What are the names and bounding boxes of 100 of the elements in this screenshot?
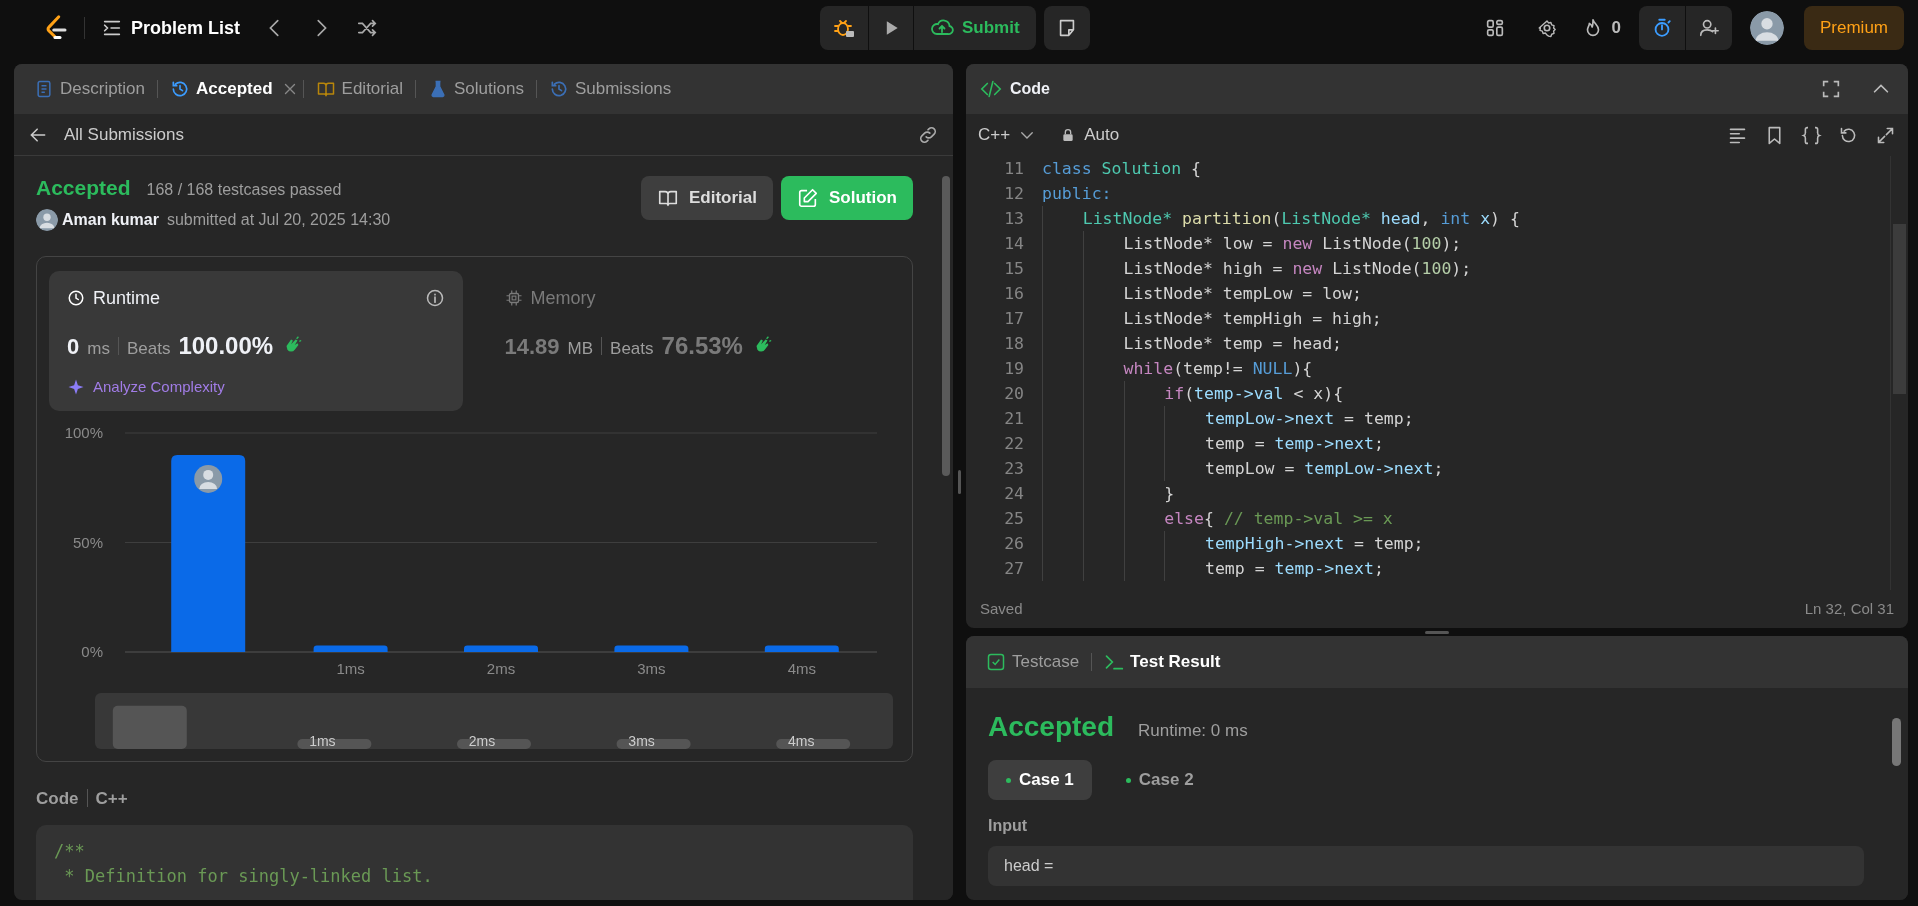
line-number: 17 [1003, 308, 1024, 330]
code-line: ListNode* high = new ListNode(100); [1024, 256, 1890, 281]
panel-tab[interactable]: Accepted [162, 64, 281, 114]
language-dropdown[interactable]: C++ [978, 122, 1037, 148]
beats-label: Beats [126, 337, 171, 360]
info-icon[interactable] [424, 288, 445, 308]
metric-value: 14.89 [504, 332, 560, 361]
line-number: 19 [1003, 358, 1024, 380]
metric-label: Runtime [93, 286, 161, 310]
document-icon [34, 79, 54, 99]
panel-tab[interactable]: Testcase [978, 637, 1088, 687]
fullscreen-button[interactable] [1820, 78, 1842, 100]
scrollbar[interactable] [1890, 156, 1908, 590]
panel-tab[interactable]: Editorial [307, 64, 411, 114]
resize-handle[interactable] [958, 470, 961, 494]
panel-tab[interactable]: Description [26, 64, 154, 114]
terminal-icon [1104, 652, 1125, 672]
save-status: Saved [980, 598, 1023, 619]
avatar[interactable] [1750, 11, 1784, 45]
x-axis-label: 2ms [486, 659, 516, 677]
y-axis-label: 50% [72, 533, 103, 550]
beats-percent: 100.00% [178, 330, 274, 361]
panel-tab[interactable]: Solutions [420, 64, 532, 114]
code-line: tempLow->next = temp; [1024, 406, 1890, 431]
back-link[interactable]: All Submissions [28, 121, 184, 148]
code-line: ListNode* low = new ListNode(100); [1024, 231, 1890, 256]
clock-icon [67, 289, 85, 307]
line-number: 25 [1003, 508, 1024, 530]
code-line: while(temp!= NULL){ [1024, 356, 1890, 381]
line-number: 27 [1003, 558, 1024, 580]
result-status: Accepted [988, 710, 1115, 744]
line-number: 13 [1003, 208, 1024, 230]
line-number: 21 [1003, 408, 1024, 430]
metric-label: Memory [530, 286, 596, 310]
metric-unit: ms [87, 337, 110, 360]
chip-icon [504, 289, 523, 307]
code-line: } [1024, 481, 1890, 506]
checkbox-icon [986, 652, 1006, 672]
runtime-text: Runtime: 0 ms [1138, 720, 1248, 742]
code-line: * Definition for singly-linked list. [63, 865, 434, 888]
metric-card[interactable]: Memory 14.89 MB Beats 76.53% [486, 270, 900, 411]
avatar [194, 464, 223, 493]
code-line: temp = temp->next; [1024, 556, 1890, 581]
code-line: ListNode* partition(ListNode* head, int x) { [1024, 206, 1890, 231]
line-number: 20 [1003, 383, 1024, 405]
shuffle-button[interactable] [356, 17, 379, 39]
code-line: ListNode* temp = head; [1024, 331, 1890, 356]
line-number: 23 [1003, 458, 1024, 480]
metric-value: 0 [67, 332, 80, 361]
case-tab[interactable]: Case 2 [1107, 760, 1212, 800]
line-number: 14 [1003, 233, 1024, 255]
panel-tab[interactable]: Test Result [1096, 637, 1229, 687]
problem-list-button[interactable]: Problem List [101, 14, 241, 42]
case-tab[interactable]: Case 1 [988, 760, 1092, 800]
flask-icon [428, 79, 448, 99]
streak-counter[interactable]: 0 [1581, 15, 1621, 41]
avatar[interactable] [36, 208, 58, 231]
code-line: ListNode* tempLow = low; [1024, 281, 1890, 306]
y-axis-label: 0% [81, 642, 103, 660]
section-title: Code [36, 787, 79, 810]
code-line: public: [1041, 183, 1113, 205]
problem-list-title[interactable]: Problem List [131, 14, 241, 42]
code-line: else{ // temp->val >= x [1024, 506, 1890, 531]
range-selector[interactable]: 1ms 2ms 3ms 4ms [95, 692, 893, 749]
braces-button[interactable] [1801, 124, 1822, 146]
code-line: tempLow = tempLow->next; [1024, 456, 1890, 481]
premium-button[interactable]: Premium [1804, 6, 1904, 50]
cursor-position: Ln 32, Col 31 [1804, 598, 1894, 619]
beats-percent: 76.53% [661, 330, 743, 361]
x-axis-label: 4ms [787, 659, 816, 677]
submission-time: submitted at Jul 20, 2025 14:30 [166, 209, 391, 230]
code-line: class Solution { [1041, 158, 1202, 180]
input-label: Input [988, 816, 1029, 836]
code-line: /** [54, 840, 86, 863]
code-line: tempHigh->next = temp; [1024, 531, 1890, 556]
code-line: if(temp->val < x){ [1024, 381, 1890, 406]
language-label: C++ [95, 787, 128, 810]
x-axis-label: 3ms [637, 659, 666, 677]
line-number: 15 [1003, 258, 1024, 280]
author-name[interactable]: Aman kumar [62, 207, 159, 232]
book-icon [315, 79, 336, 99]
metric-card[interactable]: Runtime 0 ms Beats 100.00% Analyze Complexity [49, 270, 463, 411]
code-line: ListNode* tempHigh = high; [1024, 306, 1890, 331]
editorial-button[interactable]: Editorial [641, 176, 773, 220]
line-number: 26 [1003, 533, 1024, 555]
code-line: temp = temp->next; [1024, 431, 1890, 456]
line-number: 16 [1003, 283, 1024, 305]
line-number: 18 [1003, 333, 1024, 355]
analyze-complexity-link[interactable]: Analyze Complexity [67, 375, 225, 398]
line-number: 22 [1003, 433, 1024, 455]
line-number: 24 [1003, 483, 1024, 505]
panel-tab[interactable]: Submissions [540, 64, 680, 114]
add-user-icon[interactable] [1698, 17, 1720, 39]
panel-title: Code [1010, 79, 1050, 99]
beats-label: Beats [610, 337, 654, 360]
line-number: 11 [1003, 158, 1024, 180]
auto-mode-toggle[interactable]: Auto [1060, 122, 1120, 148]
pencil-icon [797, 187, 819, 209]
submission-status: Accepted [36, 175, 131, 201]
resize-handle[interactable] [1425, 630, 1449, 634]
